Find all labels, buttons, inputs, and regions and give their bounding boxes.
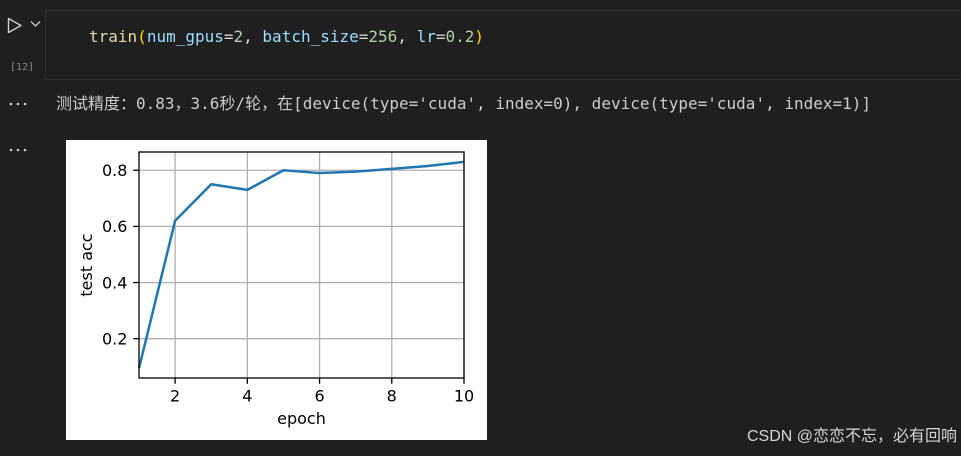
- code-editor[interactable]: train(num_gpus=2, batch_size=256, lr=0.2…: [45, 10, 961, 80]
- run-cell-button[interactable]: [5, 15, 25, 37]
- code-token[interactable]: =: [359, 27, 369, 46]
- ellipsis-dot[interactable]: [23, 102, 27, 106]
- y-tick-label: 0.8: [102, 161, 127, 180]
- x-tick-label: 2: [170, 386, 180, 405]
- chart-output: 2 4 6 8 10 0.2 0.4 0.6 0.8 epoch test acc: [66, 140, 487, 440]
- ellipsis-icon[interactable]: [9, 148, 27, 152]
- ellipsis-icon[interactable]: [9, 102, 27, 106]
- output-text: 测试精度：0.83，3.6秒/轮，在[device(type='cuda', i…: [56, 94, 872, 113]
- ellipsis-dot[interactable]: [16, 102, 20, 106]
- line-chart: 2 4 6 8 10 0.2 0.4 0.6 0.8 epoch test acc: [77, 151, 474, 428]
- plot-frame: [138, 151, 465, 379]
- data-point: [244, 187, 250, 193]
- ellipsis-dot[interactable]: [23, 148, 27, 152]
- y-tick-label: 0.4: [102, 273, 127, 292]
- output-actions-button[interactable]: [8, 144, 28, 156]
- run-options-button[interactable]: [29, 18, 43, 32]
- data-point: [172, 218, 178, 224]
- code-token[interactable]: ,: [243, 27, 262, 46]
- y-tick-label: 0.2: [102, 329, 127, 348]
- data-point: [280, 167, 286, 173]
- x-tick-label: 8: [387, 386, 397, 405]
- ellipsis-dot[interactable]: [9, 102, 13, 106]
- code-token[interactable]: num_gpus: [147, 27, 224, 46]
- x-tick-label: 10: [454, 386, 474, 405]
- ellipsis-dot[interactable]: [9, 148, 13, 152]
- y-tick-label: 0.6: [102, 217, 127, 236]
- chevron-down-icon[interactable]: [30, 21, 41, 27]
- code-token[interactable]: ): [474, 27, 484, 46]
- x-axis-label: epoch: [277, 409, 326, 428]
- output-actions-button[interactable]: [8, 98, 28, 110]
- code-token[interactable]: (: [137, 27, 147, 46]
- x-tick-label: 4: [242, 386, 252, 405]
- data-point: [353, 169, 359, 175]
- code-token[interactable]: ,: [397, 27, 416, 46]
- data-point: [389, 166, 395, 172]
- code-token[interactable]: =: [224, 27, 234, 46]
- watermark: CSDN @恋恋不忘，必有回响: [746, 428, 957, 445]
- series-line: [137, 160, 465, 369]
- execution-count: [12]: [10, 62, 35, 73]
- data-point: [425, 163, 431, 169]
- code-token[interactable]: 0.2: [445, 27, 474, 46]
- ellipsis-dot[interactable]: [16, 148, 20, 152]
- x-tick-label: 6: [314, 386, 324, 405]
- data-point: [317, 170, 323, 176]
- code-line[interactable]: train(num_gpus=2, batch_size=256, lr=0.2…: [89, 27, 484, 47]
- code-token[interactable]: lr: [417, 27, 436, 46]
- code-token[interactable]: 2: [234, 27, 244, 46]
- code-token[interactable]: train: [89, 27, 137, 46]
- y-axis-label: test acc: [77, 233, 96, 296]
- code-token[interactable]: 256: [368, 27, 397, 46]
- data-point: [208, 181, 214, 187]
- play-icon[interactable]: [7, 17, 22, 34]
- code-token[interactable]: batch_size: [262, 27, 358, 46]
